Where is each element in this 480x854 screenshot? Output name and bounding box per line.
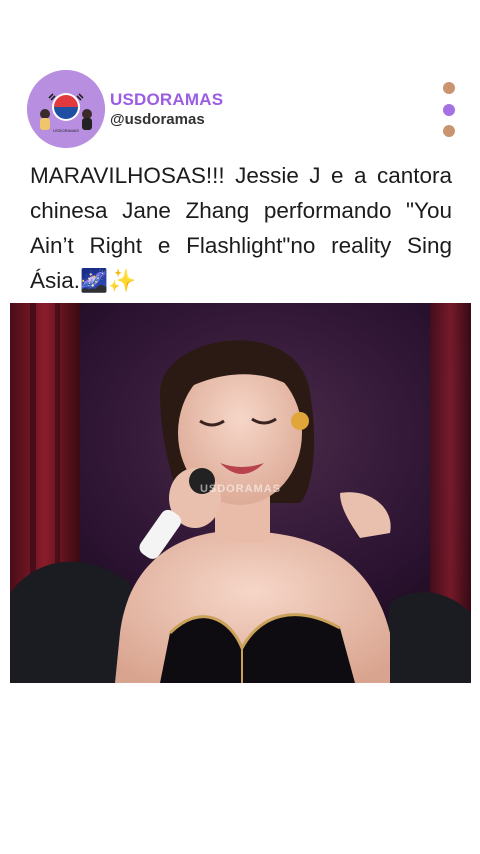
menu-dot-icon [443,125,455,137]
post-caption: MARAVILHOSAS!!! Jessie J e a cantora chi… [30,163,452,293]
menu-dot-icon [443,82,455,94]
post-video[interactable]: USDORAMAS [10,303,471,683]
more-options-button[interactable] [441,82,457,138]
account-handle[interactable]: @usdoramas [110,111,205,128]
video-watermark: USDORAMAS [199,483,282,495]
avatar-label: USDORAMAS [53,128,79,133]
menu-dot-icon [443,104,455,116]
account-name[interactable]: USDORAMAS [110,90,223,110]
post-header: USDORAMAS USDORAMAS @usdoramas [27,70,467,150]
avatar-logo-icon: USDORAMAS [27,70,105,148]
avatar[interactable]: USDORAMAS [27,70,105,148]
